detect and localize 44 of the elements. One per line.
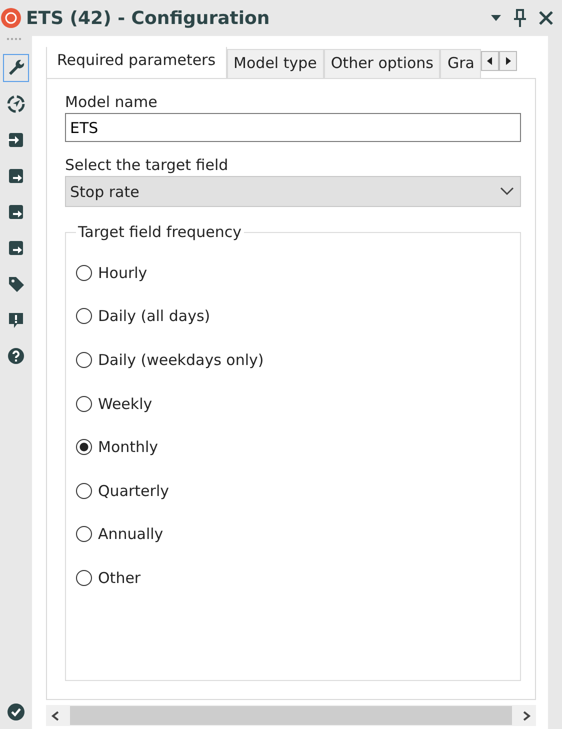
field-label: Select the target field	[65, 156, 230, 174]
scroll-right-icon[interactable]	[499, 51, 518, 71]
radio-button[interactable]	[76, 352, 92, 368]
help-icon	[6, 346, 26, 366]
app-logo-icon	[0, 7, 22, 29]
close-icon[interactable]	[538, 10, 554, 26]
field-label: Model name	[65, 93, 158, 111]
radio-label: Quarterly	[98, 482, 169, 500]
sidebar-button[interactable]	[3, 54, 29, 82]
dropdown[interactable]: Stop rate	[65, 176, 521, 207]
radio-button[interactable]	[76, 396, 92, 412]
radio-label: Daily (all days)	[98, 307, 210, 326]
tag-icon	[6, 274, 26, 294]
exclamation-bubble-icon	[6, 310, 26, 330]
arrow-box-icon	[6, 202, 26, 222]
arrow-box-icon	[6, 238, 26, 258]
arrow-in-box-icon	[6, 130, 26, 150]
group-label: Target field frequency	[77, 223, 243, 241]
dropdown-icon[interactable]	[490, 14, 502, 22]
radio-label: Monthly	[98, 438, 158, 456]
radio-button[interactable]	[76, 439, 92, 456]
input-field[interactable]: ETS	[65, 113, 521, 142]
chevron-down-icon	[500, 187, 514, 196]
radio-button[interactable]	[76, 264, 92, 281]
arrow-box-icon	[6, 166, 26, 186]
tab[interactable]: Gra	[440, 49, 482, 78]
horizontal-scrollbar[interactable]	[46, 705, 536, 726]
radio-label: Weekly	[98, 394, 152, 413]
pin-icon[interactable]	[512, 9, 528, 27]
check-circle-icon[interactable]	[6, 702, 26, 722]
radio-button[interactable]	[76, 308, 92, 324]
tab[interactable]: Model type	[226, 49, 324, 78]
radio-label: Other	[98, 568, 141, 587]
radio-button[interactable]	[76, 482, 92, 499]
radio-label: Annually	[98, 525, 164, 544]
window-title: ETS (42) - Configuration	[26, 8, 271, 28]
radio-button[interactable]	[76, 570, 92, 586]
tab[interactable]: Other options	[324, 49, 440, 78]
radio-label: Hourly	[98, 264, 148, 282]
radio-button[interactable]	[76, 526, 92, 542]
tab[interactable]: Required parameters	[46, 47, 227, 78]
compass-icon	[6, 94, 26, 114]
radio-label: Daily (weekdays only)	[98, 350, 264, 369]
scroll-left-icon[interactable]	[481, 51, 500, 71]
